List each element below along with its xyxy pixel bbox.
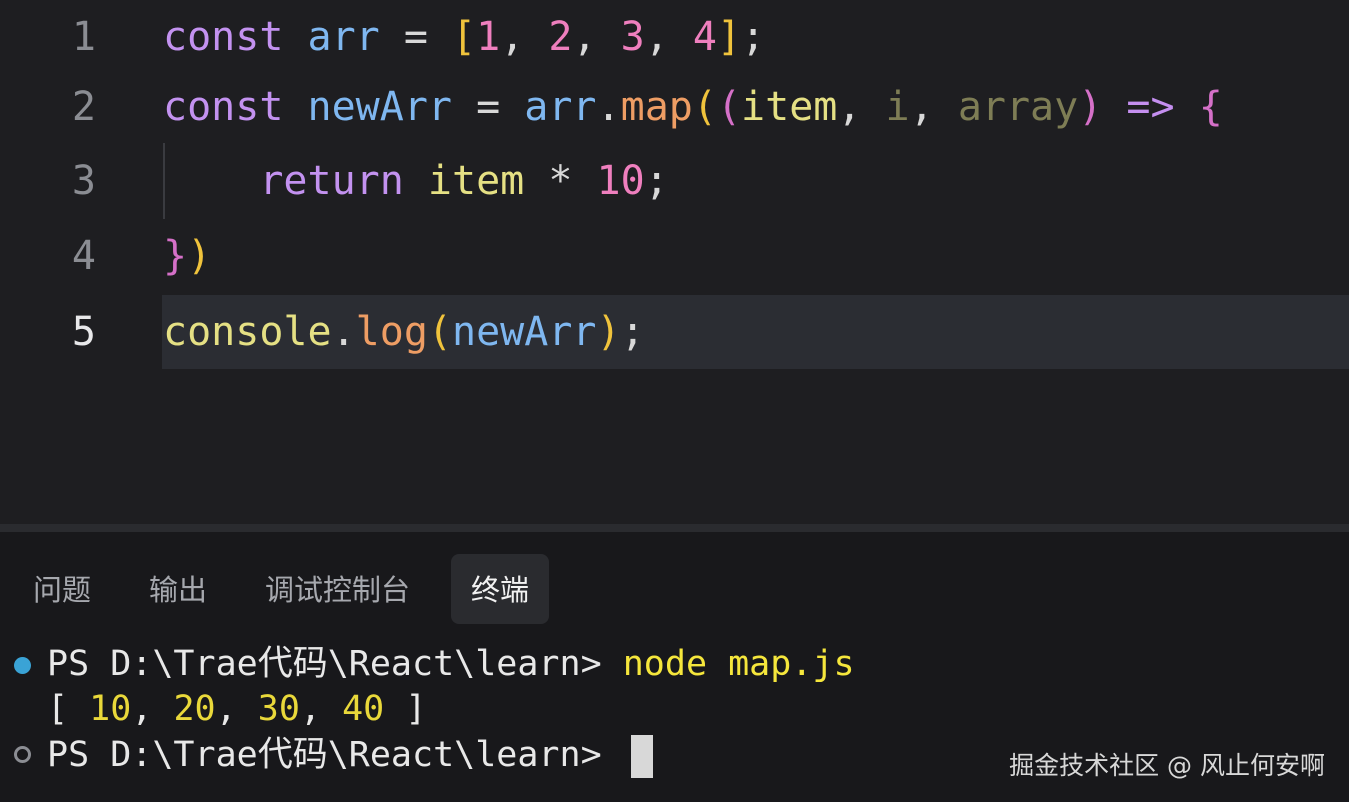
code-line[interactable]: 4 }) (0, 219, 1349, 294)
code-token: . (331, 309, 356, 355)
code-line-current[interactable]: 5 console.log(newArr); (0, 295, 1349, 370)
code-token: ] (717, 14, 742, 60)
tab-terminal[interactable]: 终端 (451, 554, 550, 624)
code-token: , (572, 14, 621, 60)
code-token: item (741, 84, 838, 130)
code-token: 10 (596, 158, 645, 204)
terminal-line-output: [ 10, 20, 30, 40 ] (47, 686, 426, 732)
output-bracket-open: [ (47, 689, 90, 729)
code-text[interactable]: const arr = [1, 2, 3, 4]; (163, 0, 765, 75)
code-token: newArr (452, 309, 597, 355)
code-text[interactable]: console.log(newArr); (163, 295, 645, 370)
panel-resize-handle[interactable] (0, 524, 1349, 532)
code-token: 1 (476, 14, 501, 60)
command-pending-dot-icon[interactable] (14, 746, 31, 763)
line-number: 3 (71, 158, 96, 204)
code-token: arr (307, 14, 380, 60)
code-token: ) (1078, 84, 1103, 130)
code-token: ( (692, 84, 717, 130)
code-token: = (452, 84, 525, 130)
code-token: const (163, 84, 284, 130)
code-token: , (500, 14, 549, 60)
code-line[interactable]: 1 const arr = [1, 2, 3, 4]; (0, 0, 1349, 75)
output-value: 10 (89, 689, 132, 729)
line-number: 4 (71, 233, 96, 279)
code-token: ) (187, 233, 212, 279)
code-line[interactable]: 3 return item * 10; (0, 144, 1349, 219)
output-separator: , (131, 689, 174, 729)
code-token: = (379, 14, 453, 60)
code-token: ( (716, 84, 742, 130)
code-text[interactable]: }) (163, 219, 211, 294)
code-token: const (163, 14, 284, 60)
output-value: 30 (257, 689, 300, 729)
code-token: , (837, 84, 886, 130)
code-token: arr (524, 84, 597, 130)
code-token: , (909, 84, 958, 130)
code-token: ) (596, 309, 621, 355)
code-token: console (163, 309, 332, 355)
output-value: 40 (342, 689, 385, 729)
code-token: newArr (307, 84, 453, 130)
code-token: log (355, 309, 428, 355)
terminal-prompt: PS D:\Trae代码\React\learn> (47, 735, 623, 775)
output-bracket-close: ] (384, 689, 427, 729)
line-number: 2 (71, 84, 96, 130)
tab-problems[interactable]: 问题 (33, 554, 91, 624)
code-token: . (596, 84, 621, 130)
code-token: => (1126, 84, 1175, 130)
code-token: * (524, 158, 597, 204)
code-token: [ (452, 14, 477, 60)
watermark: 掘金技术社区 @ 风止何安啊 (1009, 751, 1325, 780)
terminal-command: node map.js (622, 644, 855, 684)
terminal-line-prompt[interactable]: PS D:\Trae代码\React\learn> (47, 732, 653, 778)
output-separator: , (215, 689, 258, 729)
code-token: array (957, 84, 1079, 130)
code-token: , (644, 14, 693, 60)
code-editor[interactable]: 1 const arr = [1, 2, 3, 4]; 2 const newA… (0, 0, 1349, 530)
line-number-current: 5 (71, 309, 96, 355)
code-text[interactable]: const newArr = arr.map((item, i, array) … (163, 70, 1223, 145)
code-token: 3 (620, 14, 645, 60)
line-number: 1 (71, 14, 96, 60)
code-token: { (1198, 84, 1223, 130)
terminal-line-command[interactable]: PS D:\Trae代码\React\learn> node map.js (47, 641, 855, 687)
code-token: ( (427, 309, 453, 355)
tab-output[interactable]: 输出 (149, 554, 207, 624)
code-line[interactable]: 2 const newArr = arr.map((item, i, array… (0, 70, 1349, 145)
code-token: 2 (548, 14, 573, 60)
code-token: } (163, 233, 188, 279)
code-token: item (427, 158, 525, 204)
code-token: ; (644, 158, 669, 204)
code-token: return (259, 158, 404, 204)
code-token: 4 (692, 14, 717, 60)
code-text[interactable]: return item * 10; (163, 144, 669, 219)
tab-debug-console[interactable]: 调试控制台 (265, 554, 410, 624)
command-success-dot-icon[interactable] (14, 657, 31, 674)
terminal-cursor (630, 734, 653, 778)
code-token: i (885, 84, 910, 130)
code-token: ; (620, 309, 645, 355)
terminal-prompt: PS D:\Trae代码\React\learn> (47, 644, 623, 684)
code-token: map (620, 84, 693, 130)
output-value: 20 (173, 689, 216, 729)
code-token: ; (741, 14, 766, 60)
output-separator: , (299, 689, 343, 729)
